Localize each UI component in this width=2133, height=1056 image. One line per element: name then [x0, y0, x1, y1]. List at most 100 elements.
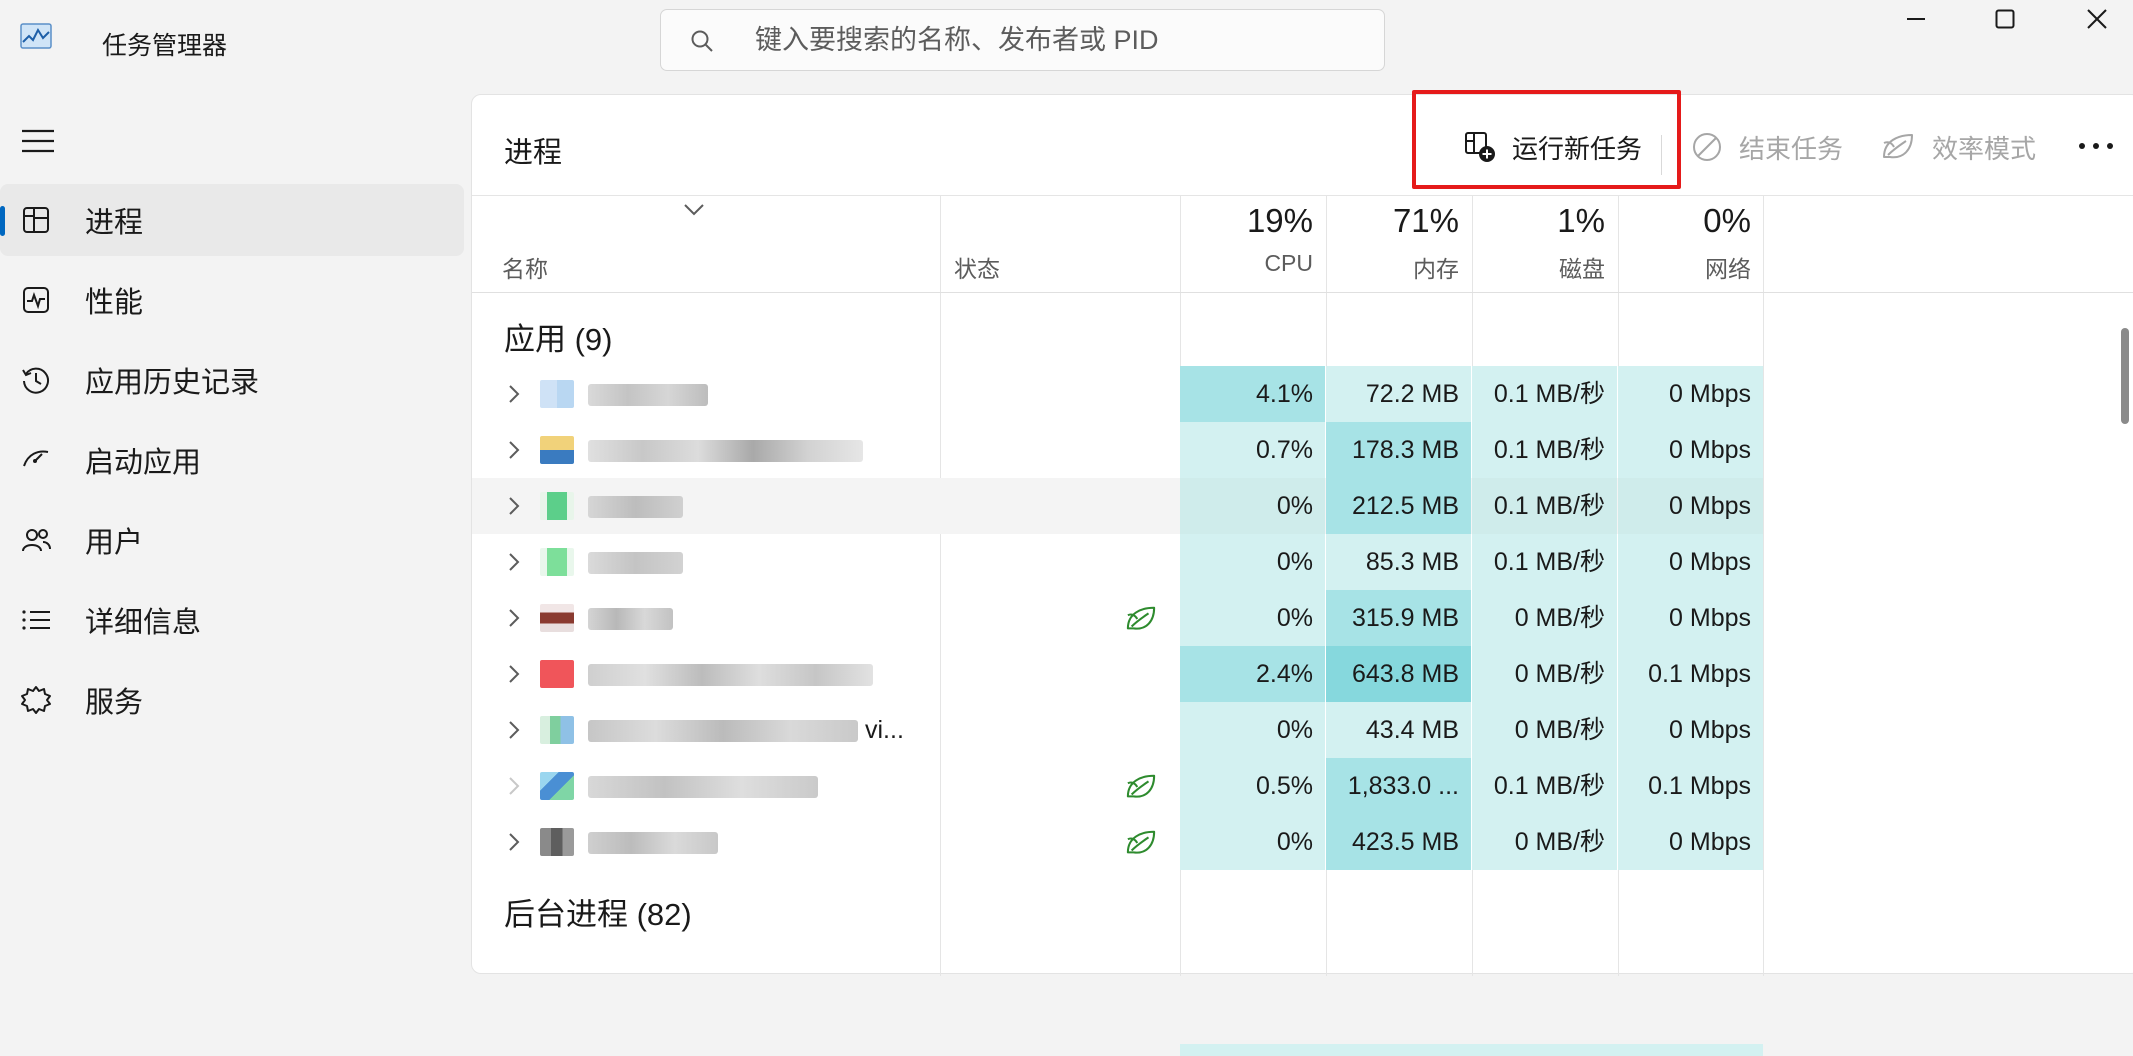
cpu-cell: 0%: [1180, 534, 1325, 590]
cpu-cell: 4.1%: [1180, 366, 1325, 422]
network-cell: 0 Mbps: [1618, 366, 1763, 422]
column-header-name[interactable]: 名称: [502, 250, 548, 284]
performance-icon: [23, 287, 49, 313]
chevron-right-icon[interactable]: [508, 664, 520, 684]
table-row[interactable]: 0.5% 1,833.0 ... 0.1 MB/秒 0.1 Mbps: [472, 758, 1763, 814]
minimize-icon: [1907, 18, 1925, 20]
memory-cell: 178.3 MB: [1326, 422, 1471, 478]
sidebar-item-app-history[interactable]: 应用历史记录: [0, 344, 464, 416]
chevron-right-icon[interactable]: [508, 608, 520, 628]
app-icon: [540, 716, 574, 744]
run-new-task-button[interactable]: 运行新任务: [1464, 123, 1642, 171]
group-header-apps[interactable]: 应用 (9): [504, 314, 613, 359]
disk-cell: 0.1 MB/秒: [1472, 758, 1617, 814]
column-divider: [1763, 196, 1764, 976]
redacted-app-name: [588, 440, 863, 462]
table-row[interactable]: vi... 0% 43.4 MB 0 MB/秒 0 Mbps: [472, 702, 1763, 758]
details-icon: [22, 610, 50, 630]
sidebar-item-processes[interactable]: 进程: [0, 184, 464, 256]
run-new-task-icon: [1465, 132, 1495, 162]
app-icon: [540, 604, 574, 632]
sidebar-item-startup-apps[interactable]: 启动应用: [0, 424, 464, 496]
disk-cell: 0 MB/秒: [1472, 590, 1617, 646]
network-cell: 0 Mbps: [1618, 422, 1763, 478]
column-header-network[interactable]: 网络: [1618, 250, 1751, 284]
search-input[interactable]: [753, 20, 1353, 60]
table-row[interactable]: 0% 212.5 MB 0.1 MB/秒 0 Mbps: [472, 478, 1763, 534]
chevron-right-icon[interactable]: [508, 440, 520, 460]
end-task-icon: [1693, 133, 1721, 161]
chevron-right-icon[interactable]: [508, 496, 520, 516]
more-options-icon[interactable]: [2074, 131, 2118, 161]
chevron-right-icon[interactable]: [508, 776, 520, 796]
app-icon: [540, 436, 574, 464]
table-row[interactable]: 4.1% 72.2 MB 0.1 MB/秒 0 Mbps: [472, 366, 1763, 422]
efficiency-mode-label: 效率模式: [1932, 133, 2037, 164]
column-header-network-percent[interactable]: 0%: [1618, 202, 1751, 240]
network-cell: 0 Mbps: [1618, 702, 1763, 758]
sidebar-item-label: 用户: [85, 527, 144, 559]
app-icon: [540, 772, 574, 800]
redacted-app-name: [588, 664, 873, 686]
memory-cell: 212.5 MB: [1326, 478, 1471, 534]
efficiency-mode-leaf-icon: [1126, 606, 1156, 630]
column-header-memory-percent[interactable]: 71%: [1326, 202, 1459, 240]
redacted-app-name: [588, 552, 683, 574]
column-header-cpu[interactable]: CPU: [1180, 250, 1313, 277]
column-header-status[interactable]: 状态: [954, 250, 1000, 284]
main-panel: 进程 运行新任务 结束任务 效率模式 名称 状态 19% CPU 71% 内存 …: [471, 94, 2133, 1056]
redacted-app-name: [588, 776, 818, 798]
maximize-icon: [1995, 9, 2015, 29]
app-icon: [540, 548, 574, 576]
memory-cell: 423.5 MB: [1326, 814, 1471, 870]
chevron-right-icon[interactable]: [508, 552, 520, 572]
table-row[interactable]: 2.4% 643.8 MB 0 MB/秒 0.1 Mbps: [472, 646, 1763, 702]
column-header-cpu-percent[interactable]: 19%: [1180, 202, 1313, 240]
chevron-right-icon[interactable]: [508, 720, 520, 740]
search-box[interactable]: [660, 9, 1385, 71]
redacted-app-name: [588, 832, 718, 854]
efficiency-mode-button[interactable]: 效率模式: [1880, 123, 2036, 171]
column-header-divider: [472, 292, 2133, 293]
memory-cell: 1,833.0 ...: [1326, 758, 1471, 814]
sidebar-item-label: 服务: [85, 687, 144, 719]
disk-cell: 0.1 MB/秒: [1472, 366, 1617, 422]
hamburger-menu-icon[interactable]: [20, 126, 56, 156]
group-header-background-processes[interactable]: 后台进程 (82): [504, 889, 692, 934]
app-icon: [540, 660, 574, 688]
column-header-disk[interactable]: 磁盘: [1472, 250, 1605, 284]
minimize-button[interactable]: [1873, 0, 1959, 38]
efficiency-leaf-icon: [1883, 134, 1913, 159]
startup-icon: [23, 450, 49, 467]
memory-cell: 85.3 MB: [1326, 534, 1471, 590]
network-cell: 0 Mbps: [1618, 590, 1763, 646]
scrollbar-thumb[interactable]: [2121, 328, 2129, 424]
table-row[interactable]: 0% 423.5 MB 0 MB/秒 0 Mbps: [472, 814, 1763, 870]
maximize-button[interactable]: [1962, 0, 2048, 38]
chevron-right-icon[interactable]: [508, 384, 520, 404]
end-task-button[interactable]: 结束任务: [1691, 123, 1843, 171]
task-manager-app-icon: [20, 23, 52, 49]
active-indicator: [0, 206, 5, 236]
close-button[interactable]: [2054, 0, 2133, 38]
column-header-disk-percent[interactable]: 1%: [1472, 202, 1605, 240]
sidebar-item-details[interactable]: 详细信息: [0, 584, 464, 656]
cpu-cell: 0.5%: [1180, 758, 1325, 814]
sidebar-item-users[interactable]: 用户: [0, 504, 464, 576]
column-header-memory[interactable]: 内存: [1326, 250, 1459, 284]
table-row[interactable]: 0.7% 178.3 MB 0.1 MB/秒 0 Mbps: [472, 422, 1763, 478]
disk-cell: 0.1 MB/秒: [1472, 534, 1617, 590]
sidebar-item-performance[interactable]: 性能: [0, 264, 464, 336]
sort-chevron-down-icon[interactable]: [682, 202, 706, 218]
cpu-cell: 0%: [1180, 590, 1325, 646]
table-row[interactable]: 0% 85.3 MB 0.1 MB/秒 0 Mbps: [472, 534, 1763, 590]
chevron-right-icon[interactable]: [508, 832, 520, 852]
table-row[interactable]: 0% 315.9 MB 0 MB/秒 0 Mbps: [472, 590, 1763, 646]
redacted-app-name: [588, 496, 683, 518]
sidebar-item-label: 详细信息: [85, 607, 202, 639]
cpu-cell: 0%: [1180, 702, 1325, 758]
sidebar-item-label: 进程: [85, 207, 144, 239]
page-title: 进程: [504, 137, 563, 169]
sidebar-item-services[interactable]: 服务: [0, 664, 464, 736]
end-task-label: 结束任务: [1739, 133, 1844, 164]
